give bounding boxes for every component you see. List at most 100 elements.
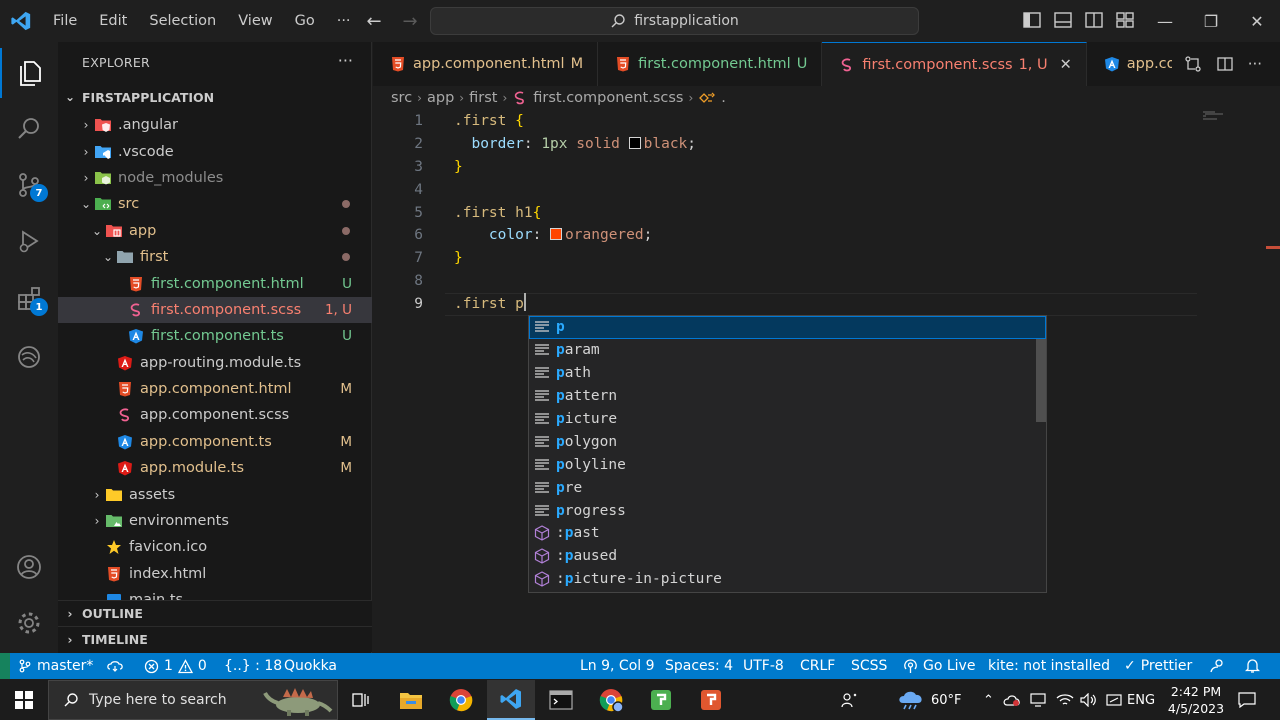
suggestion-item[interactable]: p olygon	[529, 430, 1046, 453]
editor-more-icon[interactable]: ···	[1248, 55, 1262, 73]
sidebar-more-button[interactable]: ···	[338, 51, 353, 70]
wifi-icon[interactable]	[1056, 680, 1074, 720]
taskbar-clock[interactable]: 2:42 PM 4/5/2023	[1160, 683, 1232, 717]
onedrive-sync-icon[interactable]	[1003, 680, 1021, 720]
restore-icon[interactable]: ❐	[1188, 0, 1234, 42]
breadcrumb-src[interactable]: src	[391, 90, 412, 106]
minimize-icon[interactable]: —	[1142, 0, 1188, 42]
volume-icon[interactable]	[1080, 680, 1098, 720]
workspace-folder-header[interactable]: ⌄ FIRSTAPPLICATION	[58, 86, 372, 108]
problems-indicator[interactable]: 1 0	[144, 653, 207, 679]
eol-setting[interactable]: CRLF	[800, 653, 835, 679]
file-explorer-app-icon[interactable]	[387, 680, 435, 720]
display-icon[interactable]	[1030, 680, 1046, 720]
indentation-setting[interactable]: Spaces: 4	[665, 653, 733, 679]
suggestion-item[interactable]: p icture	[529, 408, 1046, 431]
search-icon[interactable]	[0, 104, 58, 154]
language-mode[interactable]: SCSS	[851, 653, 887, 679]
people-icon[interactable]	[840, 680, 858, 720]
split-editor-icon[interactable]	[1216, 55, 1234, 73]
windows-start-icon[interactable]	[0, 680, 48, 720]
tree-item[interactable]: app.module.ts M	[58, 455, 372, 481]
tree-item[interactable]: favicon.ico	[58, 534, 372, 560]
go-live-button[interactable]: Go Live	[903, 653, 975, 679]
suggestion-item[interactable]: : p icture-in-picture	[529, 568, 1046, 591]
menu-edit[interactable]: Edit	[88, 0, 138, 42]
action-center-icon[interactable]	[1238, 680, 1256, 720]
editor-tab[interactable]: app.component.html M	[373, 42, 599, 86]
prettier-status[interactable]: ✓ Prettier	[1124, 653, 1192, 679]
back-arrow-icon[interactable]: ←	[362, 9, 386, 33]
suggestion-item[interactable]: p attern	[529, 385, 1046, 408]
accounts-icon[interactable]	[0, 542, 58, 592]
suggestion-item[interactable]: p rogress	[529, 499, 1046, 522]
quokka-button[interactable]: Quokka	[284, 653, 337, 679]
tree-item[interactable]: › node_modules	[58, 165, 372, 191]
breadcrumb-app[interactable]: app	[427, 90, 454, 106]
pen-menu-icon[interactable]	[1106, 680, 1122, 720]
tree-item[interactable]: app.component.ts M	[58, 429, 372, 455]
notifications-bell-icon[interactable]	[1245, 653, 1260, 679]
suggestion-item[interactable]: p olyline	[529, 453, 1046, 476]
camtasia-green-app-icon[interactable]	[637, 680, 685, 720]
color-swatch-black[interactable]	[628, 136, 641, 149]
branch-indicator[interactable]: master*	[18, 653, 93, 679]
suggestion-item[interactable]: : p ast	[529, 522, 1046, 545]
tree-item[interactable]: first.component.ts U	[58, 323, 372, 349]
tree-item[interactable]: ⌄ app	[58, 218, 372, 244]
source-control-icon[interactable]: 7	[0, 160, 58, 210]
menu-selection[interactable]: Selection	[138, 0, 227, 42]
minimap[interactable]	[1203, 110, 1243, 130]
menu-more[interactable]: ···	[326, 0, 362, 42]
vscode-app-icon[interactable]	[487, 680, 535, 720]
remote-indicator[interactable]	[0, 653, 10, 679]
settings-gear-icon[interactable]	[0, 598, 58, 648]
suggestion-item[interactable]: p	[529, 316, 1046, 339]
menu-view[interactable]: View	[227, 0, 283, 42]
forward-arrow-icon[interactable]: →	[398, 9, 422, 33]
tree-item[interactable]: › .vscode	[58, 138, 372, 164]
menu-file[interactable]: File	[42, 0, 88, 42]
task-view-icon[interactable]	[336, 680, 384, 720]
brace-count[interactable]: {..} : 18	[224, 653, 282, 679]
editor-tab[interactable]: first.component.scss 1, U ✕	[822, 42, 1087, 86]
suggestion-item[interactable]: p ath	[529, 362, 1046, 385]
tree-item[interactable]: app.component.scss	[58, 402, 372, 428]
customize-layout-icon[interactable]	[1115, 10, 1135, 30]
tree-item[interactable]: index.html	[58, 561, 372, 587]
chrome-profile-app-icon[interactable]	[587, 680, 635, 720]
close-tab-icon[interactable]: ✕	[1060, 57, 1072, 73]
feedback-icon[interactable]	[1209, 653, 1225, 679]
extensions-icon[interactable]: 1	[0, 274, 58, 324]
breadcrumb-symbol[interactable]: .	[721, 90, 726, 106]
suggestion-item[interactable]: p re	[529, 476, 1046, 499]
run-debug-icon[interactable]	[0, 216, 58, 266]
chrome-app-icon[interactable]	[437, 680, 485, 720]
menu-go[interactable]: Go	[284, 0, 326, 42]
kite-status[interactable]: kite: not installed	[988, 653, 1110, 679]
tree-item[interactable]: ⌄ first	[58, 244, 372, 270]
tree-item[interactable]: › environments	[58, 508, 372, 534]
explorer-icon[interactable]	[0, 48, 58, 98]
sync-icon[interactable]	[106, 653, 124, 679]
command-center-search[interactable]: firstapplication	[430, 7, 919, 35]
breadcrumb-file[interactable]: first.component.scss	[533, 90, 683, 106]
compare-changes-icon[interactable]	[1184, 55, 1202, 73]
cursor-position[interactable]: Ln 9, Col 9	[580, 653, 655, 679]
outline-section[interactable]: › OUTLINE	[58, 600, 372, 626]
taskbar-search-box[interactable]: Type here to search	[48, 680, 338, 720]
color-swatch-orangered[interactable]	[550, 228, 563, 241]
suggestion-item[interactable]: p aram	[529, 339, 1046, 362]
toggle-primary-sidebar-icon[interactable]	[1022, 10, 1042, 30]
camtasia-recorder-app-icon[interactable]	[687, 680, 735, 720]
show-hidden-icons-chevron-icon[interactable]: ⌃	[983, 680, 994, 720]
encoding-setting[interactable]: UTF-8	[743, 653, 784, 679]
toggle-secondary-sidebar-icon[interactable]	[1084, 10, 1104, 30]
input-language[interactable]: ENG	[1127, 680, 1155, 720]
tree-item[interactable]: › assets	[58, 481, 372, 507]
tree-item[interactable]: app-routing.module.ts	[58, 350, 372, 376]
tree-item[interactable]: app.component.html M	[58, 376, 372, 402]
terminal-app-icon[interactable]	[537, 680, 585, 720]
tree-item[interactable]: › .angular	[58, 112, 372, 138]
timeline-section[interactable]: › TIMELINE	[58, 626, 372, 652]
